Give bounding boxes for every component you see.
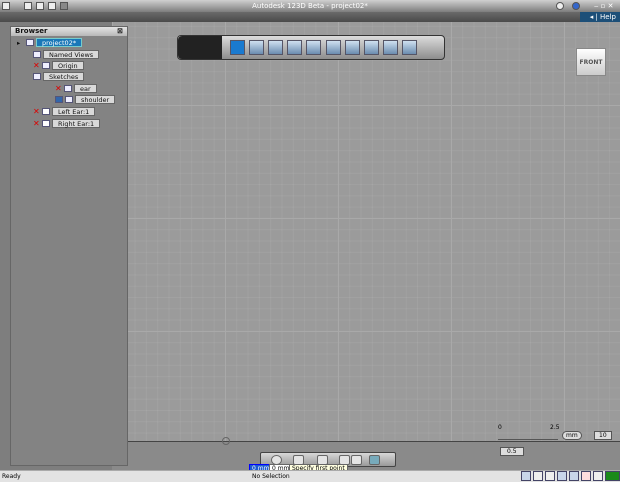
display-icon[interactable] [569, 471, 579, 481]
main-toolbar [177, 35, 445, 60]
tree-node-origin[interactable]: ✕ Origin [33, 61, 84, 70]
hidden-icon: ✕ [33, 106, 40, 116]
ruler-scale [498, 436, 558, 440]
close-icon[interactable]: ⊠ [117, 27, 123, 36]
grid-toggle-icon[interactable] [557, 471, 567, 481]
layout-icon[interactable] [593, 471, 603, 481]
selection-status: No Selection [252, 473, 290, 480]
tree-node-sketches[interactable]: Sketches [33, 72, 85, 81]
unit-button[interactable]: mm [562, 431, 582, 440]
browser-title: Browser [15, 27, 48, 35]
ruler-tick-0: 0 [498, 424, 502, 431]
grouping-icon[interactable] [345, 40, 360, 55]
menu-bar [0, 12, 620, 22]
help-button[interactable]: ◂ | Help [580, 12, 620, 22]
hidden-icon: ✕ [33, 60, 40, 70]
view-icon-3[interactable] [545, 471, 555, 481]
combine-icon[interactable] [326, 40, 341, 55]
pointer-value: 0.5 [500, 447, 524, 456]
materials-icon[interactable] [402, 40, 417, 55]
view-icon-2[interactable] [533, 471, 543, 481]
snap-toggle-icon[interactable] [581, 471, 591, 481]
3d-print-icon[interactable] [383, 40, 398, 55]
sketch-tool-icon[interactable] [230, 40, 245, 55]
viewport-canvas[interactable] [112, 22, 620, 442]
snap-icon[interactable] [369, 455, 380, 465]
modify-icon[interactable] [287, 40, 302, 55]
tree-node-left-ear[interactable]: ✕ Left Ear:1 [33, 106, 96, 116]
construct-icon[interactable] [268, 40, 283, 55]
tree-node-sketch-shoulder[interactable]: shoulder [55, 95, 116, 104]
tree-node-right-ear[interactable]: ✕ Right Ear:1 [33, 118, 101, 128]
view-icon-1[interactable] [521, 471, 531, 481]
x-axis-line [112, 441, 620, 442]
window-controls[interactable]: ‒ ▫ ✕ [594, 0, 614, 12]
browser-panel: Browser ⊠ ▸ project02* Named Views ✕ Origi… [10, 26, 128, 466]
status-text: Ready [2, 473, 21, 480]
community-icon[interactable] [556, 2, 564, 10]
ruler-tick-1: 2.5 [550, 424, 560, 431]
tree-node-named-views[interactable]: Named Views [33, 50, 100, 59]
help-icon[interactable] [572, 2, 580, 10]
performance-icon [605, 471, 620, 481]
browser-header: Browser ⊠ [11, 27, 127, 36]
parts-icon[interactable] [364, 40, 379, 55]
scale-value[interactable]: 10 [594, 431, 612, 440]
pattern-icon[interactable] [306, 40, 321, 55]
window-title: Autodesk 123D Beta - project02* [252, 2, 368, 10]
title-bar: Autodesk 123D Beta - project02* ‒ ▫ ✕ [0, 0, 620, 12]
grid-icon[interactable] [351, 455, 362, 465]
cursor-crosshair-icon [222, 437, 230, 445]
viewcube[interactable]: FRONT [576, 48, 606, 76]
primitives-icon[interactable] [249, 40, 264, 55]
hidden-icon: ✕ [55, 83, 62, 93]
hidden-icon: ✕ [33, 118, 40, 128]
tree-node-project[interactable]: ▸ project02* [17, 38, 83, 47]
app-logo-icon [178, 36, 222, 59]
tree-node-sketch-ear[interactable]: ✕ ear [55, 84, 97, 93]
